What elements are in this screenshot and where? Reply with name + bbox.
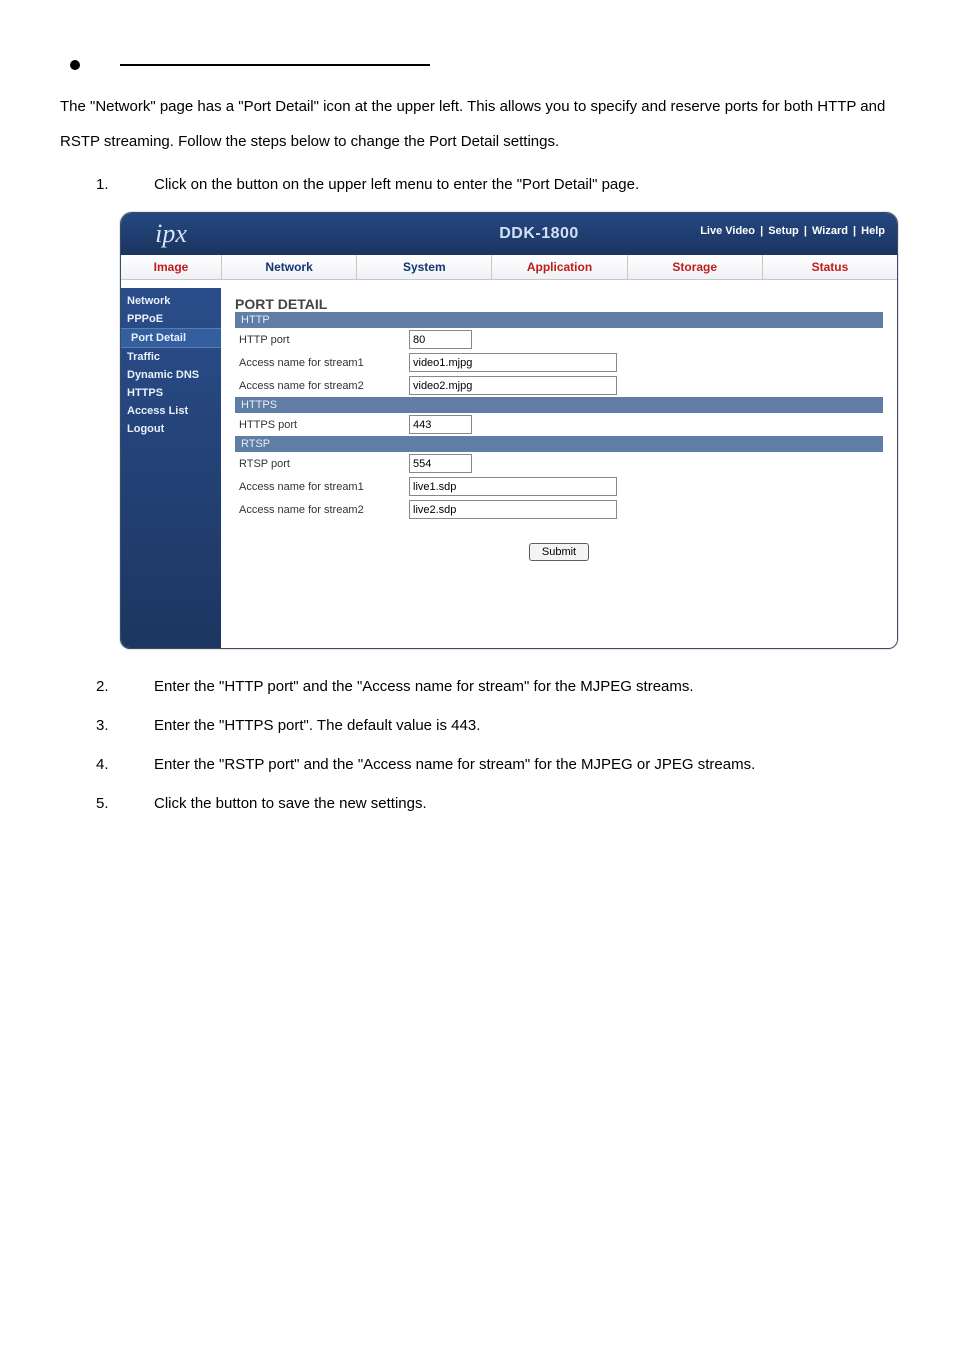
panel-title: PORT DETAIL [235,296,883,312]
heading-underline [120,64,430,66]
app-body: Network PPPoE Port Detail Traffic Dynami… [121,288,897,648]
submit-button[interactable]: Submit [529,543,589,561]
label-http-stream2: Access name for stream2 [235,380,409,392]
row-http-port: HTTP port [235,328,883,351]
row-http-stream1: Access name for stream1 [235,351,883,374]
sidebar-item-traffic[interactable]: Traffic [121,348,221,366]
row-rtsp-stream2: Access name for stream2 [235,498,883,521]
step-3: 3. Enter the "HTTPS port". The default v… [60,706,894,745]
step-2: 2. Enter the "HTTP port" and the "Access… [60,667,894,706]
step-5: 5. Click the button to save the new sett… [60,784,894,823]
sidebar-item-logout[interactable]: Logout [121,420,221,438]
intro-paragraph: The "Network" page has a "Port Detail" i… [60,90,894,159]
input-http-stream2[interactable] [409,376,617,395]
sidebar-item-network[interactable]: Network [121,292,221,310]
step-text: Click the button to save the new setting… [154,784,894,823]
label-rtsp-port: RTSP port [235,458,409,470]
section-http: HTTP [235,312,883,328]
input-https-port[interactable] [409,415,472,434]
step-text: Enter the "HTTPS port". The default valu… [154,706,894,745]
heading-bullet-row [60,60,894,70]
step-4: 4. Enter the "RSTP port" and the "Access… [60,745,894,784]
step-text: Enter the "HTTP port" and the "Access na… [154,667,894,706]
label-http-port: HTTP port [235,334,409,346]
instruction-list: 1. Click on the button on the upper left… [60,165,894,204]
sidebar-item-dynamic-dns[interactable]: Dynamic DNS [121,366,221,384]
tab-storage[interactable]: Storage [628,255,763,279]
link-help[interactable]: Help [859,225,887,237]
row-rtsp-stream1: Access name for stream1 [235,475,883,498]
step-1: 1. Click on the button on the upper left… [60,165,894,204]
top-tabs: Image Network System Application Storage… [121,255,897,280]
app-header: ipx DDK-1800 Live Video | Setup | Wizard… [121,213,897,255]
step-number: 5. [96,784,118,823]
bullet-dot-icon [70,60,80,70]
step-number: 1. [96,165,118,204]
sidebar: Network PPPoE Port Detail Traffic Dynami… [121,288,221,648]
step-text: Enter the "RSTP port" and the "Access na… [154,745,894,784]
sidebar-item-port-detail[interactable]: Port Detail [121,328,221,348]
tab-application[interactable]: Application [492,255,627,279]
link-setup[interactable]: Setup [766,225,801,237]
step-number: 3. [96,706,118,745]
label-rtsp-stream2: Access name for stream2 [235,504,409,516]
tab-status[interactable]: Status [763,255,897,279]
submit-row: Submit [235,543,883,561]
link-live-video[interactable]: Live Video [698,225,757,237]
instruction-list-continued: 2. Enter the "HTTP port" and the "Access… [60,667,894,823]
input-rtsp-stream1[interactable] [409,477,617,496]
label-rtsp-stream1: Access name for stream1 [235,481,409,493]
row-https-port: HTTPS port [235,413,883,436]
step-number: 4. [96,745,118,784]
step-text: Click on the button on the upper left me… [154,165,894,204]
label-http-stream1: Access name for stream1 [235,357,409,369]
sidebar-item-access-list[interactable]: Access List [121,402,221,420]
section-https: HTTPS [235,397,883,413]
step-number: 2. [96,667,118,706]
document-page: The "Network" page has a "Port Detail" i… [60,60,894,823]
input-http-stream1[interactable] [409,353,617,372]
label-https-port: HTTPS port [235,419,409,431]
section-rtsp: RTSP [235,436,883,452]
header-links: Live Video | Setup | Wizard | Help [698,225,887,237]
sidebar-item-https[interactable]: HTTPS [121,384,221,402]
row-rtsp-port: RTSP port [235,452,883,475]
link-wizard[interactable]: Wizard [810,225,850,237]
input-rtsp-stream2[interactable] [409,500,617,519]
app-screenshot: ipx DDK-1800 Live Video | Setup | Wizard… [120,212,898,649]
tab-system[interactable]: System [357,255,492,279]
tab-image[interactable]: Image [121,255,222,279]
sidebar-item-pppoe[interactable]: PPPoE [121,310,221,328]
content-panel: PORT DETAIL HTTP HTTP port Access name f… [221,288,897,648]
row-http-stream2: Access name for stream2 [235,374,883,397]
input-http-port[interactable] [409,330,472,349]
tab-network[interactable]: Network [222,255,357,279]
input-rtsp-port[interactable] [409,454,472,473]
